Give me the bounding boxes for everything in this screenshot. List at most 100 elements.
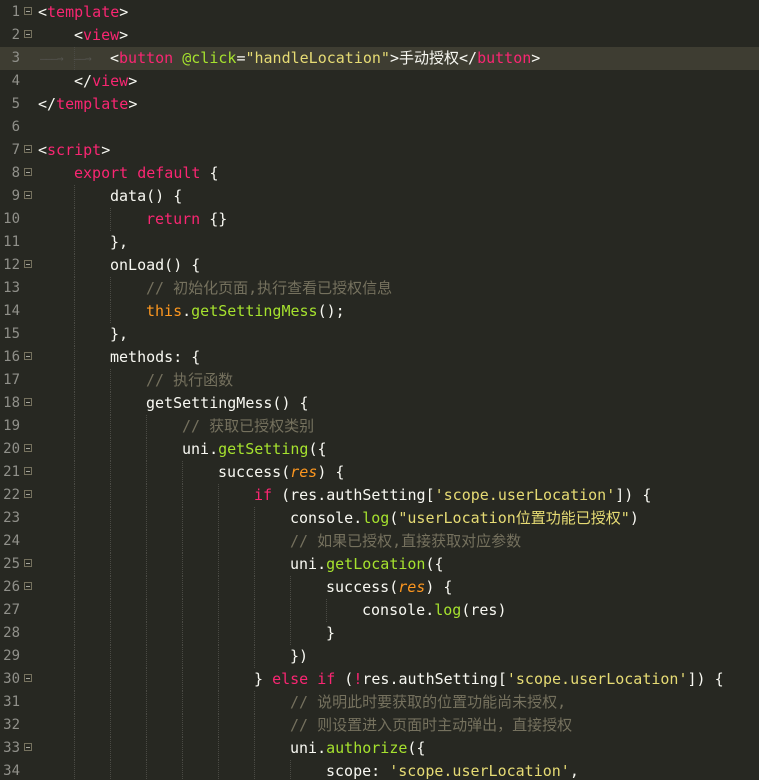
code-line[interactable]: 15}, (0, 323, 759, 346)
indent-guide (254, 760, 256, 780)
indent-guide (110, 208, 112, 231)
indent-guide (218, 760, 220, 780)
fold-toggle-icon[interactable] (24, 30, 32, 38)
code-line[interactable]: 30} else if (!res.authSetting['scope.use… (0, 668, 759, 691)
indent-guide (146, 415, 148, 438)
code-line[interactable]: 18 getSettingMess() { (0, 392, 759, 415)
indent-guide (110, 415, 112, 438)
code-line[interactable]: 25 uni.getLocation({ (0, 553, 759, 576)
code-line[interactable]: 4 </view> (0, 70, 759, 93)
indent-guide (74, 254, 76, 277)
fold-toggle-icon[interactable] (24, 7, 32, 15)
fold-toggle-icon[interactable] (24, 674, 32, 682)
code-token: }) (290, 647, 309, 665)
code-token: data() { (110, 187, 183, 205)
code-line[interactable]: 10 return {} (0, 208, 759, 231)
code-line[interactable]: 14 this.getSettingMess(); (0, 300, 759, 323)
fold-toggle-icon[interactable] (24, 398, 32, 406)
code-token: // 如果已授权,直接获取对应参数 (290, 532, 522, 550)
fold-toggle-icon[interactable] (24, 191, 32, 199)
fold-toggle-icon[interactable] (24, 145, 32, 153)
code-text: this.getSettingMess(); (146, 300, 345, 323)
code-token: ({ (407, 739, 426, 757)
code-text: // 说明此时要获取的位置功能尚未授权, (290, 691, 566, 714)
fold-toggle-icon[interactable] (24, 352, 32, 360)
code-token: getLocation (326, 555, 426, 573)
indent-guide (74, 392, 76, 415)
code-line[interactable]: 12 onLoad() { (0, 254, 759, 277)
code-token: res.authSetting[ (362, 670, 507, 688)
code-line[interactable]: 20 uni.getSetting({ (0, 438, 759, 461)
code-line[interactable]: 6 (0, 116, 759, 139)
code-line[interactable]: 11}, (0, 231, 759, 254)
code-line[interactable]: 3 ———→ ——→ <button @click="handleLocation"… (0, 47, 759, 70)
indent-guide (74, 553, 76, 576)
code-line[interactable]: 22 if (res.authSetting['scope.userLocatio… (0, 484, 759, 507)
code-text: methods: { (110, 346, 200, 369)
code-line[interactable]: 26 success(res) { (0, 576, 759, 599)
code-token: // 则设置进入页面时主动弹出，直接授权 (290, 716, 573, 734)
code-token: view (83, 26, 120, 44)
line-number: 24 (3, 533, 20, 549)
code-text: // 则设置进入页面时主动弹出，直接授权 (290, 714, 572, 737)
code-token: // 初始化页面,执行查看已授权信息 (146, 279, 393, 297)
fold-toggle-icon[interactable] (24, 260, 32, 268)
fold-toggle-icon[interactable] (24, 467, 32, 475)
fold-toggle-icon[interactable] (24, 582, 32, 590)
code-line[interactable]: 7 <script> (0, 139, 759, 162)
indent-guide (254, 645, 256, 668)
indent-guide (146, 576, 148, 599)
code-token: 'scope.userLocation' (506, 670, 688, 688)
code-text: // 如果已授权,直接获取对应参数 (290, 530, 521, 553)
indent-guide (110, 691, 112, 714)
code-token: // 获取已授权类别 (182, 417, 315, 435)
line-number: 32 (3, 717, 20, 733)
code-line[interactable]: 27 console.log(res) (0, 599, 759, 622)
code-line[interactable]: 34 scope: 'scope.userLocation', (0, 760, 759, 780)
code-line[interactable]: 8 export default { (0, 162, 759, 185)
fold-toggle-icon[interactable] (24, 490, 32, 498)
line-number: 20 (3, 441, 20, 457)
fold-toggle-icon[interactable] (24, 743, 32, 751)
code-token: ) { (425, 578, 453, 596)
code-line[interactable]: 31 // 说明此时要获取的位置功能尚未授权, (0, 691, 759, 714)
code-token: {} (200, 210, 228, 228)
code-token: success( (218, 463, 291, 481)
code-line[interactable]: 21 success(res) { (0, 461, 759, 484)
code-line[interactable]: 32 // 则设置进入页面时主动弹出，直接授权 (0, 714, 759, 737)
code-line[interactable]: 2 <view> (0, 24, 759, 47)
code-token: < (110, 49, 120, 67)
code-token: 'scope.userLocation' (434, 486, 616, 504)
code-text: success(res) { (218, 461, 344, 484)
indent-guide (254, 737, 256, 760)
code-line[interactable]: 19 // 获取已授权类别 (0, 415, 759, 438)
line-number: 13 (3, 280, 20, 296)
code-token: console. (290, 509, 363, 527)
fold-toggle-icon[interactable] (24, 444, 32, 452)
line-number: 12 (3, 257, 20, 273)
code-line[interactable]: 13 // 初始化页面,执行查看已授权信息 (0, 277, 759, 300)
code-line[interactable]: 24 // 如果已授权,直接获取对应参数 (0, 530, 759, 553)
code-token: button (477, 49, 532, 67)
code-line[interactable]: 1 <template> (0, 1, 759, 24)
code-token: console. (362, 601, 435, 619)
line-number: 7 (11, 142, 20, 158)
code-line[interactable]: 9 data() { (0, 185, 759, 208)
code-line[interactable]: 16 methods: { (0, 346, 759, 369)
code-line[interactable]: 23 console.log("userLocation位置功能已授权") (0, 507, 759, 530)
indent-guide (182, 622, 184, 645)
fold-toggle-icon[interactable] (24, 559, 32, 567)
indent-guide (218, 484, 220, 507)
code-line[interactable]: 29}) (0, 645, 759, 668)
code-line[interactable]: 28} (0, 622, 759, 645)
line-number: 14 (3, 303, 20, 319)
code-line[interactable]: 33 uni.authorize({ (0, 737, 759, 760)
fold-toggle-icon[interactable] (24, 168, 32, 176)
code-line[interactable]: 5 </template> (0, 93, 759, 116)
code-line[interactable]: 17 // 执行函数 (0, 369, 759, 392)
code-editor[interactable]: 1 <template> 2 <view> 3 ———→ ——→ <button @clic… (0, 0, 759, 780)
line-number: 8 (11, 165, 20, 181)
code-token: (res) (461, 601, 507, 619)
indent-guide (254, 530, 256, 553)
